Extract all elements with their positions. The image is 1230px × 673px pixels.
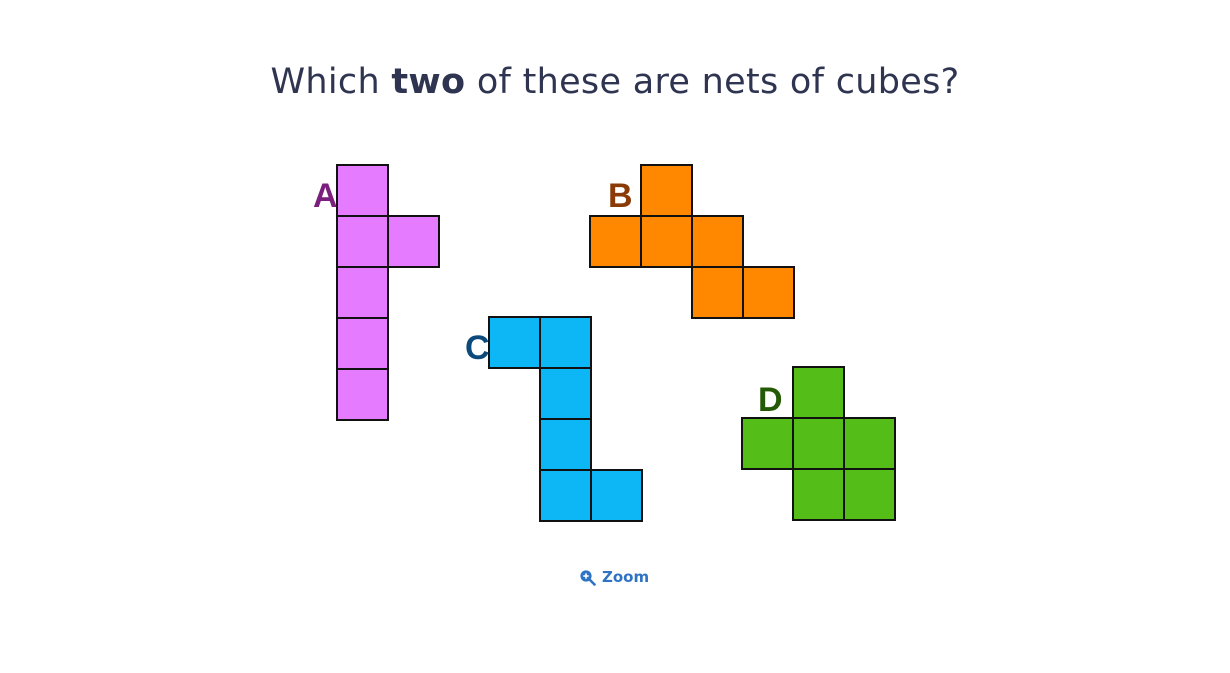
net-c-label: C	[465, 329, 490, 367]
net-d-label: D	[758, 381, 783, 419]
net-c-square	[539, 367, 592, 420]
net-a-square	[336, 164, 389, 217]
net-b-square	[640, 215, 693, 268]
net-c-square	[488, 316, 541, 369]
net-d-square	[792, 468, 845, 521]
net-d-square	[741, 417, 794, 470]
net-c-square	[539, 316, 592, 369]
net-b: B	[589, 164, 795, 319]
net-c-square	[590, 469, 643, 522]
net-d: D	[741, 366, 896, 521]
net-a-square	[336, 215, 389, 268]
net-a-square	[336, 317, 389, 370]
net-b-square	[691, 215, 744, 268]
zoom-in-icon	[579, 569, 596, 586]
net-c: C	[465, 316, 643, 522]
net-c-square	[539, 418, 592, 471]
net-a: A	[313, 164, 440, 421]
net-d-square	[792, 366, 845, 419]
net-c-square	[539, 469, 592, 522]
net-b-square	[640, 164, 693, 217]
net-b-square	[589, 215, 642, 268]
zoom-label: Zoom	[602, 568, 650, 586]
net-b-square	[742, 266, 795, 319]
net-b-label: B	[608, 177, 633, 215]
net-d-square	[843, 417, 896, 470]
net-a-square	[336, 266, 389, 319]
net-b-square	[691, 266, 744, 319]
net-d-square	[843, 468, 896, 521]
net-a-square	[387, 215, 440, 268]
zoom-button[interactable]: Zoom	[579, 568, 649, 586]
net-a-label: A	[313, 177, 338, 215]
net-a-square	[336, 368, 389, 421]
net-d-square	[792, 417, 845, 470]
